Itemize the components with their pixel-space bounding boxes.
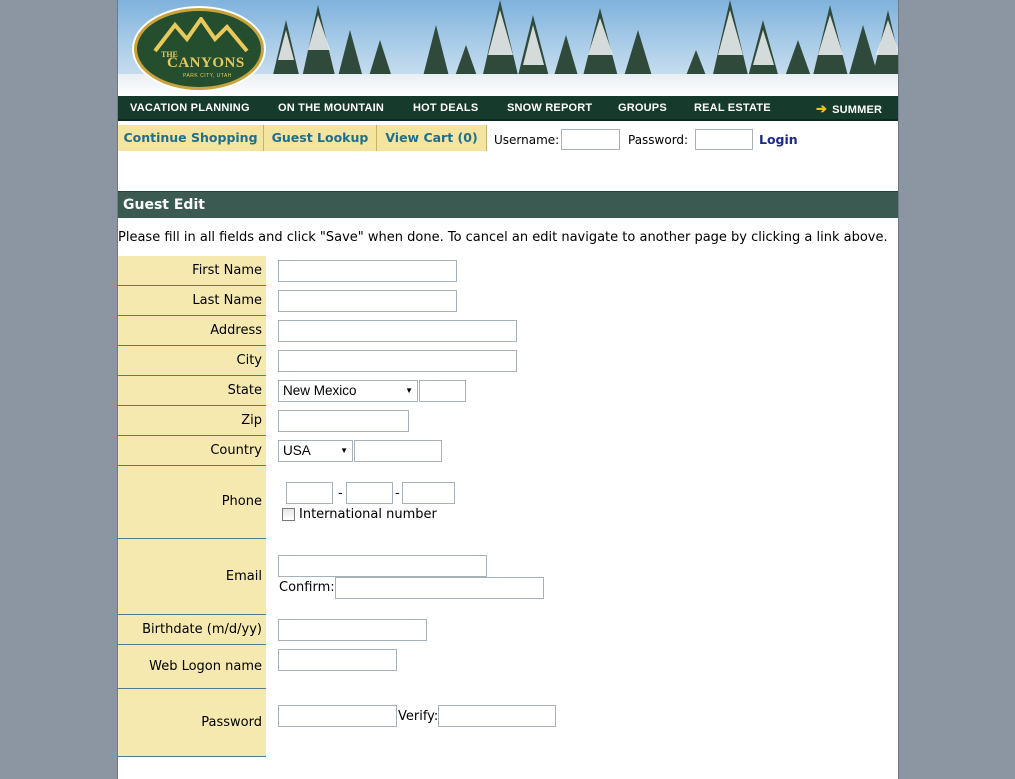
zip-label-cell: Zip [118, 406, 266, 436]
nav-vacation-planning[interactable]: VACATION PLANNING [130, 96, 250, 121]
email-label: Email [225, 569, 262, 584]
canyons-logo[interactable]: THE CANYONS PARK CITY, UTAH [134, 8, 264, 90]
verify-password-input[interactable] [438, 705, 556, 727]
password-label: Password: [628, 133, 689, 147]
last-name-input[interactable] [278, 290, 457, 312]
arrow-right-icon: ➔ [816, 101, 828, 116]
zip-label: Zip [241, 413, 262, 428]
birthdate-input[interactable] [278, 619, 427, 641]
country-other-input[interactable] [354, 440, 442, 462]
verify-label: Verify: [398, 709, 439, 724]
country-select[interactable]: USA ▼ [278, 440, 353, 462]
address-label-cell: Address [118, 316, 266, 346]
page-container: THE CANYONS PARK CITY, UTAH VACATION PLA… [117, 0, 899, 779]
state-select[interactable]: New Mexico ▼ [278, 380, 418, 402]
nav-summer[interactable]: ➔ SUMMER [816, 96, 882, 123]
phone-area-input[interactable] [286, 482, 333, 504]
intro-text: Please fill in all fields and click "Sav… [118, 230, 888, 245]
email-label-cell: Email [118, 539, 266, 615]
secondary-bar: Continue Shopping Guest Lookup View Cart… [118, 125, 898, 152]
web-logon-label-cell: Web Logon name [118, 645, 266, 689]
confirm-label: Confirm: [279, 580, 335, 595]
nav-hot-deals[interactable]: HOT DEALS [413, 96, 478, 121]
phone-label: Phone [221, 494, 262, 509]
continue-shopping-tab[interactable]: Continue Shopping [118, 125, 264, 151]
international-checkbox[interactable] [282, 508, 295, 521]
nav-snow-report[interactable]: SNOW REPORT [507, 96, 592, 121]
country-label-cell: Country [118, 436, 266, 466]
birthdate-label-cell: Birthdate (m/d/yy) [118, 615, 266, 645]
state-label-cell: State [118, 376, 266, 406]
login-link[interactable]: Login [759, 125, 798, 155]
city-label: City [236, 353, 262, 368]
guest-lookup-tab[interactable]: Guest Lookup [264, 125, 377, 151]
form-password-input[interactable] [278, 705, 397, 727]
state-select-value: New Mexico [283, 383, 357, 398]
phone-line-input[interactable] [402, 482, 455, 504]
country-label: Country [210, 443, 262, 458]
nav-groups[interactable]: GROUPS [618, 96, 667, 121]
chevron-down-icon: ▼ [340, 446, 348, 455]
username-label: Username: [494, 133, 560, 147]
password-label-cell: Password [118, 689, 266, 757]
address-input[interactable] [278, 320, 517, 342]
nav-summer-label: SUMMER [832, 104, 883, 116]
nav-real-estate[interactable]: REAL ESTATE [694, 96, 771, 121]
phone-separator: - [395, 486, 400, 501]
username-input[interactable] [561, 129, 620, 150]
web-logon-input[interactable] [278, 649, 397, 671]
view-cart-tab[interactable]: View Cart (0) [377, 125, 487, 151]
phone-separator: - [338, 486, 343, 501]
header-banner: THE CANYONS PARK CITY, UTAH [118, 0, 898, 96]
last-name-label-cell: Last Name [118, 286, 266, 316]
email-input[interactable] [278, 555, 487, 577]
birthdate-label: Birthdate (m/d/yy) [142, 622, 262, 637]
state-label: State [227, 383, 262, 398]
main-nav: VACATION PLANNING ON THE MOUNTAIN HOT DE… [118, 96, 898, 121]
section-title: Guest Edit [118, 191, 898, 218]
web-logon-label: Web Logon name [149, 659, 262, 674]
phone-prefix-input[interactable] [346, 482, 393, 504]
zip-input[interactable] [278, 410, 409, 432]
first-name-label: First Name [192, 263, 262, 278]
logo-name-text: CANYONS [167, 55, 245, 71]
phone-label-cell: Phone [118, 466, 266, 539]
country-select-value: USA [283, 443, 311, 458]
last-name-label: Last Name [192, 293, 262, 308]
address-label: Address [210, 323, 262, 338]
first-name-input[interactable] [278, 260, 457, 282]
city-input[interactable] [278, 350, 517, 372]
nav-on-the-mountain[interactable]: ON THE MOUNTAIN [278, 96, 384, 121]
logo-subtitle-text: PARK CITY, UTAH [183, 73, 232, 79]
email-confirm-input[interactable] [335, 577, 544, 599]
password-input[interactable] [695, 129, 753, 150]
city-label-cell: City [118, 346, 266, 376]
first-name-label-cell: First Name [118, 256, 266, 286]
state-other-input[interactable] [419, 380, 466, 402]
form-password-label: Password [201, 715, 262, 730]
international-label: International number [299, 507, 437, 522]
chevron-down-icon: ▼ [405, 386, 413, 395]
